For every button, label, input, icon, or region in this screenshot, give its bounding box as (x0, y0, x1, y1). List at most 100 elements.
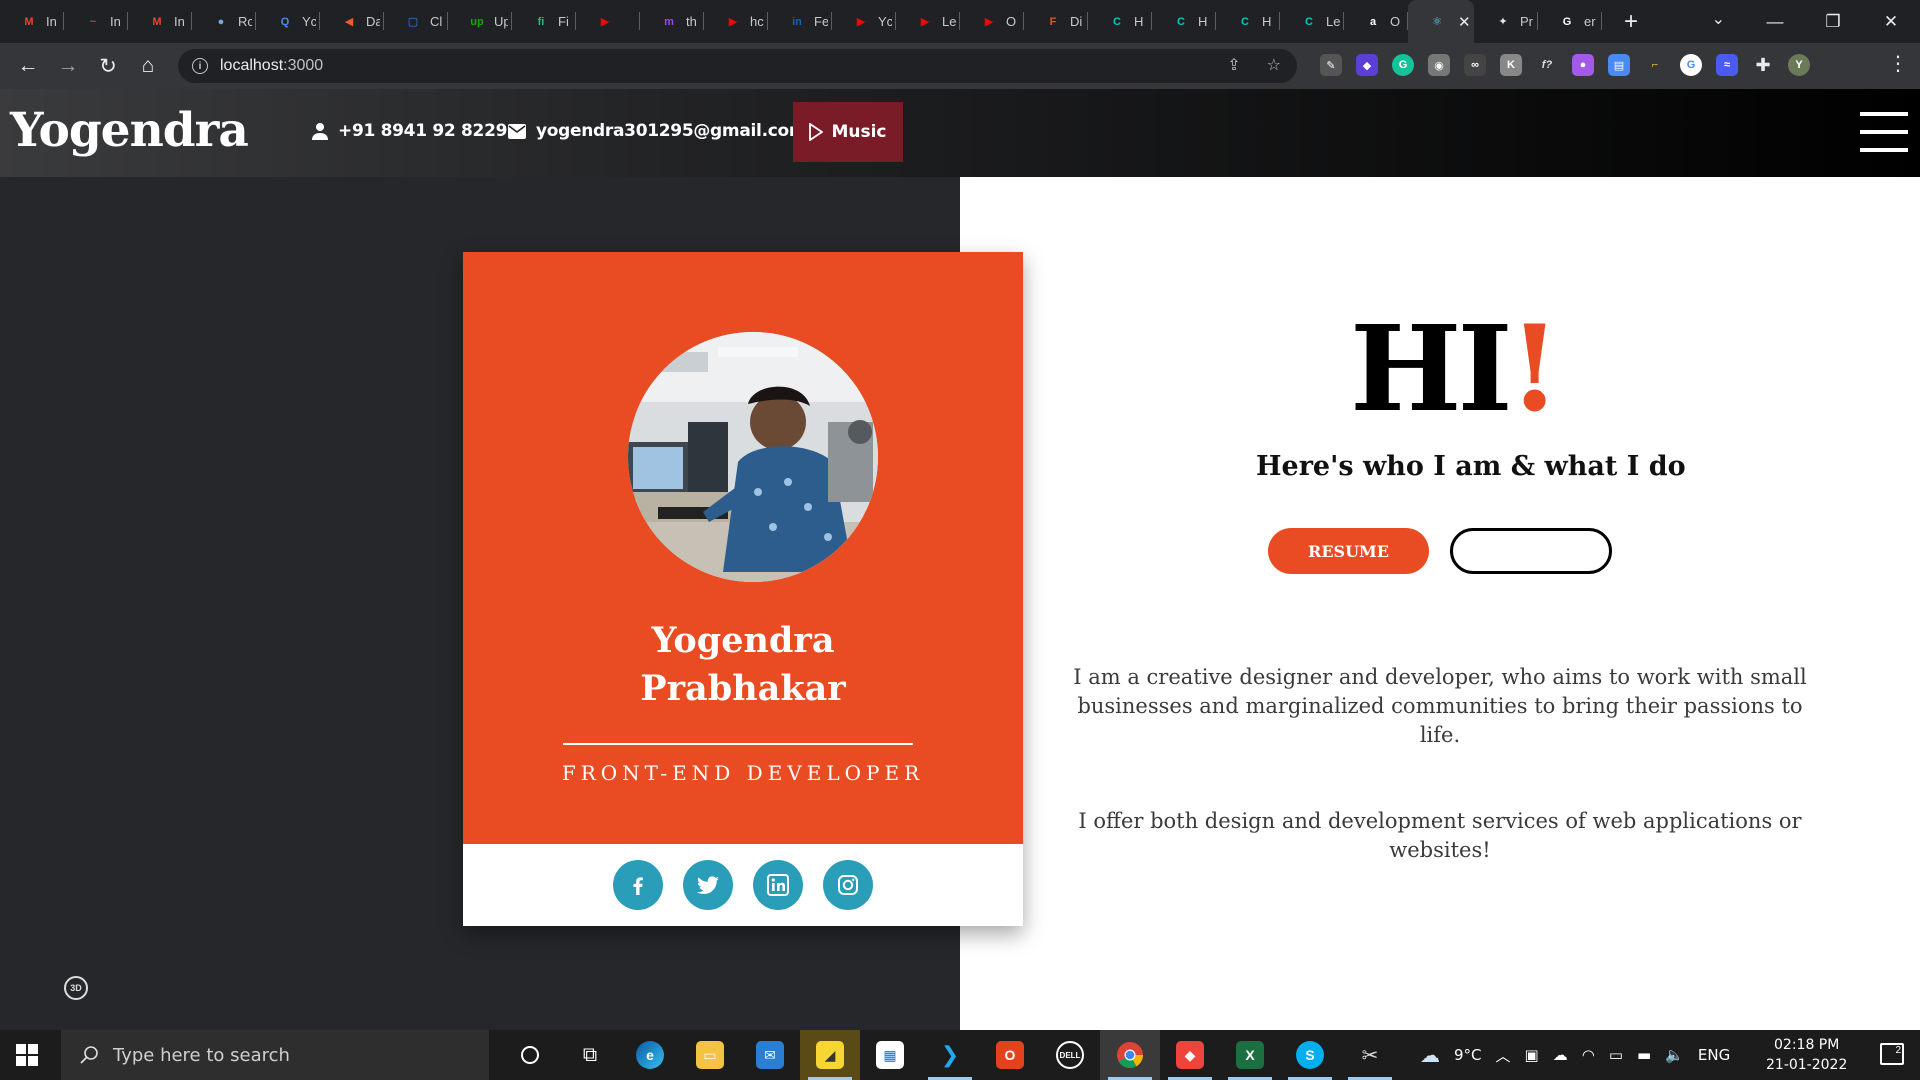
vscode-icon[interactable]: ❯ (920, 1030, 980, 1080)
browser-tab[interactable]: Ger (1538, 0, 1602, 43)
active-tab[interactable]: ⚛ ✕ (1408, 0, 1474, 43)
phone-contact[interactable]: +91 8941 92 8229 (312, 121, 507, 141)
browser-tab[interactable]: ✦ Pr (1474, 0, 1538, 43)
linkedin-icon[interactable] (753, 860, 803, 910)
close-tab-icon[interactable]: ✕ (1458, 13, 1471, 31)
minimize-icon[interactable]: — (1746, 12, 1804, 32)
browser-tab[interactable]: in Fe (768, 0, 832, 43)
browser-tab[interactable]: ▶ (576, 0, 640, 43)
browser-tab[interactable]: ~ In (64, 0, 128, 43)
skype-icon[interactable]: S (1280, 1030, 1340, 1080)
docs-extension-icon[interactable]: ▤ (1608, 54, 1630, 76)
person-icon (312, 123, 328, 140)
browser-tab[interactable]: F Di (1024, 0, 1088, 43)
forward-icon[interactable]: → (48, 54, 88, 78)
display-icon[interactable]: ▭ (1609, 1046, 1623, 1064)
volume-icon[interactable]: 🔈 (1665, 1046, 1684, 1064)
hamburger-menu-icon[interactable] (1860, 112, 1908, 152)
excel-icon[interactable]: X (1220, 1030, 1280, 1080)
notification-center-icon[interactable]: 2 (1880, 1043, 1904, 1065)
taskbar-clock[interactable]: 02:18 PM 21-01-2022 (1766, 1035, 1847, 1075)
browser-tab[interactable]: CH (1152, 0, 1216, 43)
translate-extension-icon[interactable]: G (1680, 54, 1702, 76)
site-info-icon[interactable]: i (192, 58, 208, 74)
reload-icon[interactable]: ↻ (88, 54, 128, 79)
browser-tab[interactable]: ▶ Yc (832, 0, 896, 43)
browser-tab[interactable]: M In (0, 0, 64, 43)
url-text[interactable]: localhost:3000 (220, 57, 323, 75)
bookmark-star-icon[interactable]: ☆ (1267, 55, 1281, 75)
cortana-icon[interactable] (500, 1030, 560, 1080)
rotate-3d-icon[interactable]: 3D (64, 976, 88, 1000)
browser-tab[interactable]: CH (1216, 0, 1280, 43)
tray-chevron-icon[interactable]: ︿ (1496, 1045, 1511, 1066)
meet-icon[interactable]: ▣ (1525, 1046, 1539, 1064)
k-extension-icon[interactable]: K (1500, 54, 1522, 76)
file-explorer-icon[interactable]: ▭ (680, 1030, 740, 1080)
browser-tab[interactable]: ▶ O (960, 0, 1024, 43)
home-icon[interactable]: ⌂ (128, 54, 168, 78)
address-bar[interactable]: i localhost:3000 ⇪ ☆ (178, 49, 1297, 83)
store-icon[interactable]: ▦ (860, 1030, 920, 1080)
close-window-icon[interactable]: ✕ (1862, 12, 1920, 32)
browser-tab[interactable]: m th (640, 0, 704, 43)
taskbar-search[interactable]: Type here to search (61, 1030, 489, 1080)
email-contact[interactable]: yogendra301295@gmail.com (508, 121, 807, 141)
ruler-extension-icon[interactable]: ⌐ (1644, 54, 1666, 76)
loom-extension-icon[interactable]: ≈ (1716, 54, 1738, 76)
browser-tab[interactable]: ▶ Le (896, 0, 960, 43)
font-extension-icon[interactable]: f? (1536, 54, 1558, 76)
edge-icon[interactable]: e (620, 1030, 680, 1080)
task-view-icon[interactable]: ⧉ (560, 1030, 620, 1080)
snipping-tool-icon[interactable]: ✂ (1340, 1030, 1400, 1080)
onedrive-icon[interactable]: ☁ (1553, 1046, 1568, 1064)
tab-title: In (46, 14, 57, 29)
browser-tab[interactable]: ▶ hc (704, 0, 768, 43)
chrome-icon[interactable] (1100, 1030, 1160, 1080)
browser-tab[interactable]: fi Fi (512, 0, 576, 43)
resume-button[interactable]: RESUME (1268, 528, 1429, 574)
wifi-icon[interactable]: ◠ (1582, 1046, 1595, 1064)
browser-tab[interactable]: ◀ Da (320, 0, 384, 43)
music-button[interactable]: Music (793, 102, 903, 162)
share-icon[interactable]: ⇪ (1227, 55, 1240, 75)
anydesk-icon[interactable]: ◆ (1160, 1030, 1220, 1080)
office-icon[interactable]: O (980, 1030, 1040, 1080)
new-tab-button[interactable]: + (1616, 8, 1646, 36)
dell-icon[interactable]: DELL (1040, 1030, 1100, 1080)
spy-extension-icon[interactable]: ∞ (1464, 54, 1486, 76)
site-brand[interactable]: Yogendra (10, 103, 249, 158)
mail-app-icon[interactable]: ✉ (740, 1030, 800, 1080)
language-indicator[interactable]: ENG (1698, 1046, 1730, 1064)
weather-temp[interactable]: 9°C (1454, 1046, 1482, 1064)
browser-tab[interactable]: ▢ Cl (384, 0, 448, 43)
twitter-icon[interactable] (683, 860, 733, 910)
tab-title: Pr (1520, 14, 1533, 29)
extensions-puzzle-icon[interactable]: ✚ (1752, 54, 1774, 76)
pen-extension-icon[interactable]: ✎ (1320, 54, 1342, 76)
color-extension-icon[interactable]: ● (1572, 54, 1594, 76)
secondary-button[interactable] (1450, 528, 1612, 574)
browser-tab[interactable]: ● Rc (192, 0, 256, 43)
browser-tab[interactable]: C Le (1280, 0, 1344, 43)
grammarly-extension-icon[interactable]: G (1392, 54, 1414, 76)
browser-tab[interactable]: CH (1088, 0, 1152, 43)
profile-avatar[interactable]: Y (1788, 54, 1810, 76)
cloud-weather-icon[interactable]: ☁ (1420, 1043, 1440, 1067)
chrome-menu-icon[interactable]: ⋮ (1888, 54, 1908, 74)
search-icon: Q (280, 15, 290, 28)
tab-search-icon[interactable]: ⌄ (1712, 9, 1725, 29)
back-icon[interactable]: ← (8, 54, 48, 78)
sticky-notes-icon[interactable]: ◢ (800, 1030, 860, 1080)
windows-start-icon[interactable] (16, 1044, 38, 1066)
facebook-icon[interactable] (613, 860, 663, 910)
battery-icon[interactable]: ▬ (1637, 1046, 1651, 1064)
wappalyzer-extension-icon[interactable]: ◆ (1356, 54, 1378, 76)
browser-tab[interactable]: aO (1344, 0, 1408, 43)
instagram-icon[interactable] (823, 860, 873, 910)
camera-extension-icon[interactable]: ◉ (1428, 54, 1450, 76)
browser-tab[interactable]: M In (128, 0, 192, 43)
browser-tab[interactable]: up Up (448, 0, 512, 43)
restore-icon[interactable]: ❐ (1804, 12, 1862, 32)
browser-tab[interactable]: Q Yc (256, 0, 320, 43)
